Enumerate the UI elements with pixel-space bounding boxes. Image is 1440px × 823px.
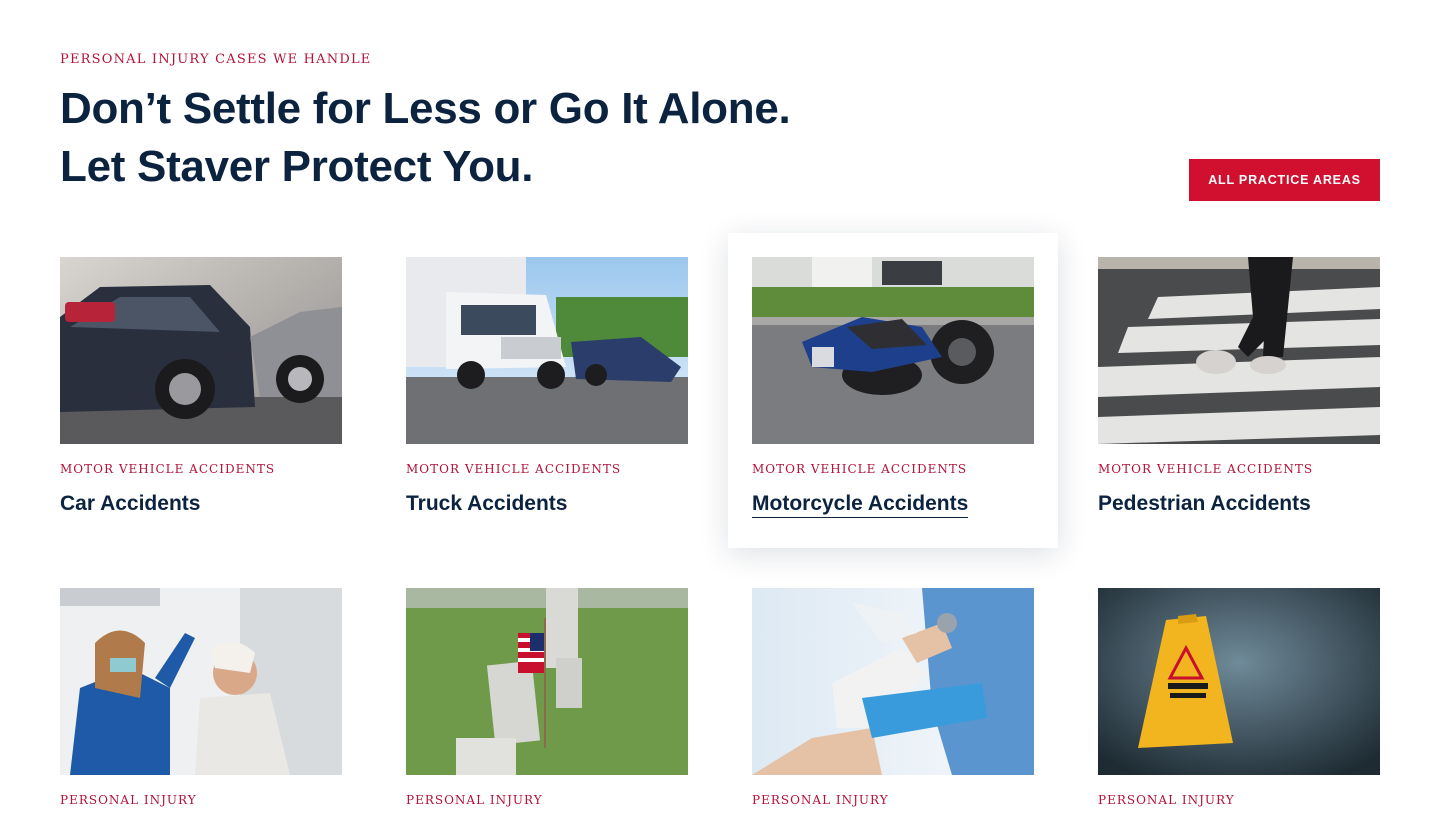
practice-card-car-accidents[interactable]: MOTOR VEHICLE ACCIDENTS Car Accidents <box>60 257 342 516</box>
head-injury-photo[interactable] <box>60 588 342 775</box>
card-title-link[interactable]: Truck Accidents <box>406 492 567 516</box>
practice-card-truck-accidents[interactable]: MOTOR VEHICLE ACCIDENTS Truck Accidents <box>406 257 688 516</box>
card-category: MOTOR VEHICLE ACCIDENTS <box>752 462 968 476</box>
car-crash-photo[interactable] <box>60 257 342 444</box>
section-headline: Don’t Settle for Less or Go It Alone. Le… <box>60 80 960 196</box>
card-category: MOTOR VEHICLE ACCIDENTS <box>406 462 622 476</box>
card-category: MOTOR VEHICLE ACCIDENTS <box>60 462 276 476</box>
practice-card-pedestrian-accidents[interactable]: MOTOR VEHICLE ACCIDENTS Pedestrian Accid… <box>1098 257 1380 516</box>
headline-line-2: Let Staver Protect You. <box>60 142 534 191</box>
all-practice-areas-button[interactable]: ALL PRACTICE AREAS <box>1189 159 1380 201</box>
card-title-link[interactable]: Motorcycle Accidents <box>752 492 969 518</box>
card-category: PERSONAL INJURY <box>1098 793 1235 807</box>
practice-card-personal-injury-1[interactable]: PERSONAL INJURY <box>60 588 342 807</box>
cemetery-flag-photo[interactable] <box>406 588 688 775</box>
motorcycle-crash-photo[interactable] <box>752 257 1034 444</box>
card-category: MOTOR VEHICLE ACCIDENTS <box>1098 462 1314 476</box>
practice-card-personal-injury-2[interactable]: PERSONAL INJURY <box>406 588 688 807</box>
practice-card-personal-injury-4[interactable]: PERSONAL INJURY <box>1098 588 1380 807</box>
truck-crash-photo[interactable] <box>406 257 688 444</box>
section-eyebrow: PERSONAL INJURY CASES WE HANDLE <box>60 52 372 67</box>
card-category: PERSONAL INJURY <box>406 793 543 807</box>
practice-card-motorcycle-accidents[interactable]: MOTOR VEHICLE ACCIDENTS Motorcycle Accid… <box>728 233 1058 548</box>
card-title-link[interactable]: Car Accidents <box>60 492 200 516</box>
card-title-link[interactable]: Pedestrian Accidents <box>1098 492 1311 516</box>
headline-line-1: Don’t Settle for Less or Go It Alone. <box>60 84 791 133</box>
wet-floor-sign-photo[interactable] <box>1098 588 1380 775</box>
bandaged-hand-photo[interactable] <box>752 588 1034 775</box>
card-category: PERSONAL INJURY <box>60 793 197 807</box>
card-category: PERSONAL INJURY <box>752 793 889 807</box>
practice-card-personal-injury-3[interactable]: PERSONAL INJURY <box>752 588 1034 807</box>
crosswalk-photo[interactable] <box>1098 257 1380 444</box>
